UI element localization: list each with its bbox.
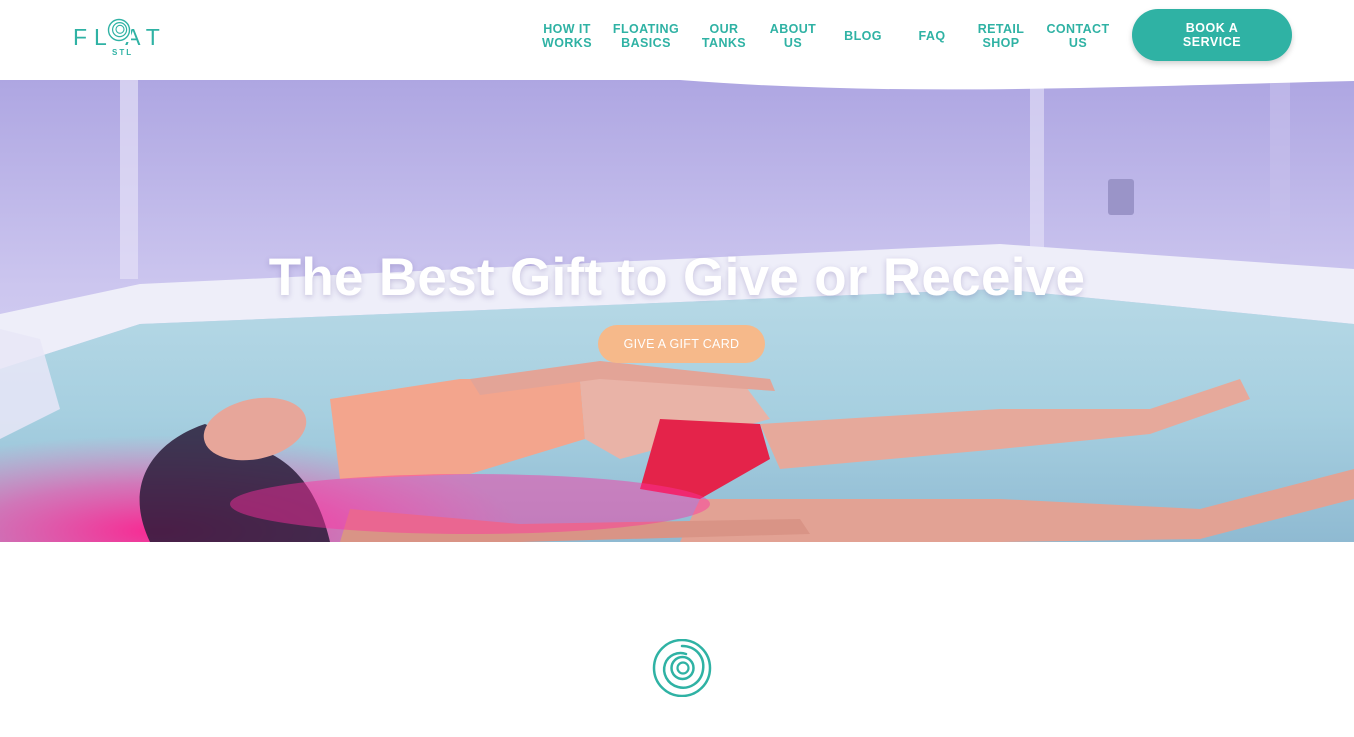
- logo-swirl-icon: [107, 18, 131, 42]
- nav-about-us[interactable]: ABOUT US: [764, 21, 822, 51]
- swirl-logo-icon: [652, 639, 712, 697]
- logo-subtext: STL: [112, 48, 134, 57]
- nav-contact-us[interactable]: CONTACT US: [1044, 21, 1112, 51]
- give-gift-card-button[interactable]: GIVE A GIFT CARD: [598, 325, 765, 363]
- nav-faq[interactable]: FAQ: [910, 21, 954, 51]
- hero-banner: The Best Gift to Give or Receive GIVE A …: [0, 79, 1354, 542]
- site-header: FL AT STL HOW IT WORKS FLOATING BASICS O…: [0, 0, 1354, 80]
- nav-how-it-works[interactable]: HOW IT WORKS: [537, 21, 597, 51]
- nav-our-tanks[interactable]: OUR TANKS: [697, 21, 751, 51]
- hero-title: The Best Gift to Give or Receive: [268, 248, 1086, 307]
- nav-retail-shop[interactable]: RETAIL SHOP: [973, 21, 1029, 51]
- nav-blog[interactable]: BLOG: [838, 21, 888, 51]
- hero-photo: [0, 79, 1354, 542]
- nav-floating-basics[interactable]: FLOATING BASICS: [608, 21, 684, 51]
- float-stl-logo[interactable]: FL AT STL: [73, 18, 169, 60]
- book-a-service-button[interactable]: BOOK A SERVICE: [1132, 9, 1292, 61]
- header-wave-divider: [0, 79, 1354, 90]
